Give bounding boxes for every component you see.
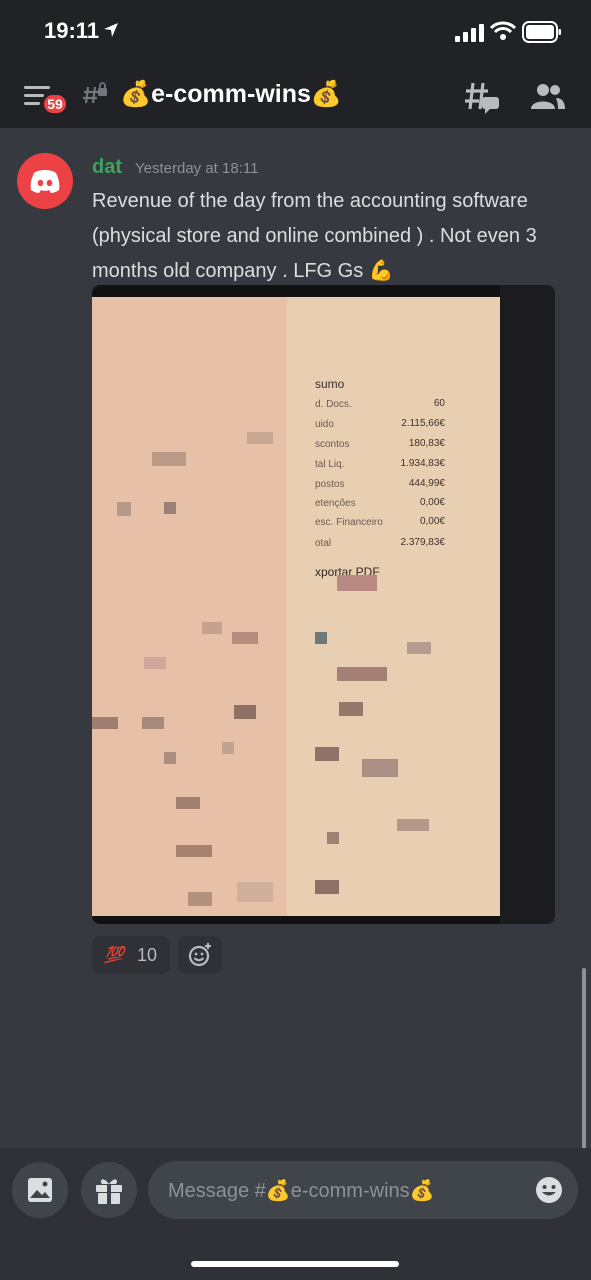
home-indicator xyxy=(191,1261,399,1267)
summary-value: 2.115,66€ xyxy=(401,418,445,429)
gallery-button[interactable] xyxy=(12,1162,68,1218)
image-attachment[interactable]: sumo d. Docs. 60 uido 2.115,66€ scontos … xyxy=(92,285,555,924)
pixel-block xyxy=(222,742,234,754)
summary-value: 444,99€ xyxy=(408,478,445,489)
summary-label: tal Liq. xyxy=(315,459,345,470)
channel-title[interactable]: 💰e-comm-wins💰 xyxy=(120,80,342,109)
summary-value: 1.934,83€ xyxy=(400,458,446,469)
reaction-count: 10 xyxy=(137,945,158,965)
status-time: 19:11 xyxy=(44,18,100,43)
channel-header: 59 💰e-comm-wins💰 xyxy=(0,62,591,128)
summary-label: uido xyxy=(315,419,334,430)
status-bar: 19:11 xyxy=(0,0,591,62)
message-input[interactable]: Message #💰e-comm-wins💰 xyxy=(148,1161,578,1219)
summary-title: sumo xyxy=(315,377,345,391)
pixel-block xyxy=(232,632,258,644)
pixel-block xyxy=(142,717,164,729)
summary-label: postos xyxy=(315,479,345,490)
pixel-block xyxy=(152,452,186,466)
summary-label: etenções xyxy=(315,498,356,509)
pixel-block xyxy=(234,705,256,719)
message-text: Revenue of the day from the accounting s… xyxy=(92,190,537,282)
message-timestamp: Yesterday at 18:11 xyxy=(135,160,259,177)
pixel-block xyxy=(315,747,339,761)
pixel-block xyxy=(339,702,363,716)
pixel-block xyxy=(337,667,387,681)
pixel-block xyxy=(92,717,118,729)
summary-value: 180,83€ xyxy=(408,438,445,449)
gift-button[interactable] xyxy=(81,1162,137,1218)
threads-icon[interactable] xyxy=(464,80,500,114)
summary-value: 2.379,83€ xyxy=(400,537,446,548)
message-input-placeholder: Message #💰e-comm-wins💰 xyxy=(168,1180,435,1202)
avatar[interactable] xyxy=(17,153,73,209)
pixel-block xyxy=(176,797,200,809)
pixel-block xyxy=(202,622,222,634)
pixel-block xyxy=(164,752,176,764)
summary-label: d. Docs. xyxy=(315,399,352,410)
reaction-100[interactable]: 💯 10 xyxy=(92,936,170,974)
pixel-block xyxy=(117,502,131,516)
image-icon xyxy=(28,1178,52,1202)
wifi-icon xyxy=(490,21,516,40)
pixel-block xyxy=(397,819,429,831)
cellular-signal-icon xyxy=(455,24,484,42)
pixel-block xyxy=(144,657,166,669)
emoji-icon[interactable] xyxy=(534,1175,564,1205)
summary-label: otal xyxy=(315,538,332,549)
battery-icon xyxy=(522,21,561,43)
pixel-block xyxy=(337,575,377,591)
summary-value: 0,00€ xyxy=(419,497,445,508)
summary-label: scontos xyxy=(315,439,350,450)
pixel-block xyxy=(176,845,212,857)
members-icon[interactable] xyxy=(530,82,566,110)
pixel-block xyxy=(188,892,212,906)
pixel-block xyxy=(407,642,431,654)
pixel-block xyxy=(362,759,398,777)
photo-background: sumo d. Docs. 60 uido 2.115,66€ scontos … xyxy=(92,297,500,916)
composer-bar: Message #💰e-comm-wins💰 xyxy=(0,1148,591,1280)
discord-logo-icon xyxy=(30,170,60,193)
photo-edge xyxy=(500,285,555,924)
locked-channel-icon xyxy=(83,82,107,104)
unread-badge: 59 xyxy=(42,93,68,115)
summary-panel: sumo d. Docs. 60 uido 2.115,66€ scontos … xyxy=(287,297,500,916)
add-reaction-button[interactable] xyxy=(178,936,222,974)
pixel-block xyxy=(315,632,327,644)
message-author[interactable]: dat xyxy=(92,156,122,179)
pixel-block xyxy=(237,882,273,902)
summary-value: 60 xyxy=(433,398,445,409)
message-list[interactable]: dat Yesterday at 18:11 Revenue of the da… xyxy=(0,128,591,1273)
gift-icon xyxy=(96,1179,122,1204)
add-reaction-icon xyxy=(188,943,211,967)
pixel-block xyxy=(315,880,339,894)
pixel-block xyxy=(247,432,273,444)
hundred-points-icon: 💯 xyxy=(104,947,124,964)
pixel-block xyxy=(327,832,339,844)
location-arrow-icon xyxy=(104,23,118,37)
summary-value: 0,00€ xyxy=(419,516,445,527)
pixel-block xyxy=(164,502,176,514)
